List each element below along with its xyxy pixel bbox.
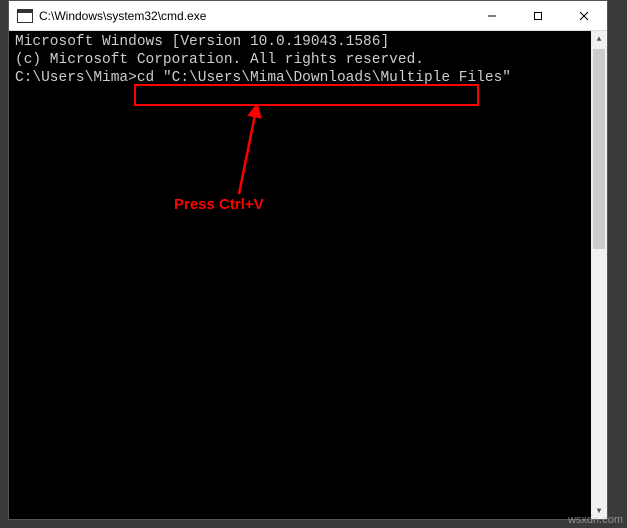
scroll-up-icon[interactable]: ▲: [591, 31, 607, 47]
scroll-thumb[interactable]: [593, 49, 605, 249]
annotation-label: Press Ctrl+V: [174, 196, 264, 214]
arrow-annotation: [234, 104, 274, 204]
scrollbar[interactable]: ▲ ▼: [591, 31, 607, 519]
terminal-line: (c) Microsoft Corporation. All rights re…: [15, 51, 601, 69]
titlebar: C:\Windows\system32\cmd.exe: [9, 1, 607, 31]
prompt-prefix: C:\Users\Mima>: [15, 70, 137, 86]
cmd-window: C:\Windows\system32\cmd.exe Microsoft Wi…: [8, 0, 608, 520]
close-button[interactable]: [561, 1, 607, 30]
cmd-icon: [17, 9, 33, 23]
terminal-prompt-line: C:\Users\Mima>cd "C:\Users\Mima\Download…: [15, 69, 601, 87]
title-left: C:\Windows\system32\cmd.exe: [9, 9, 206, 23]
prompt-path: "C:\Users\Mima\Downloads\Multiple Files": [163, 70, 511, 86]
watermark: wsxdn.com: [568, 514, 623, 526]
terminal-body[interactable]: Microsoft Windows [Version 10.0.19043.15…: [9, 31, 607, 519]
terminal-line: Microsoft Windows [Version 10.0.19043.15…: [15, 33, 601, 51]
window-controls: [469, 1, 607, 30]
prompt-cmd: cd: [137, 70, 163, 86]
minimize-button[interactable]: [469, 1, 515, 30]
maximize-button[interactable]: [515, 1, 561, 30]
highlight-box: [134, 84, 479, 106]
window-title: C:\Windows\system32\cmd.exe: [39, 9, 206, 23]
